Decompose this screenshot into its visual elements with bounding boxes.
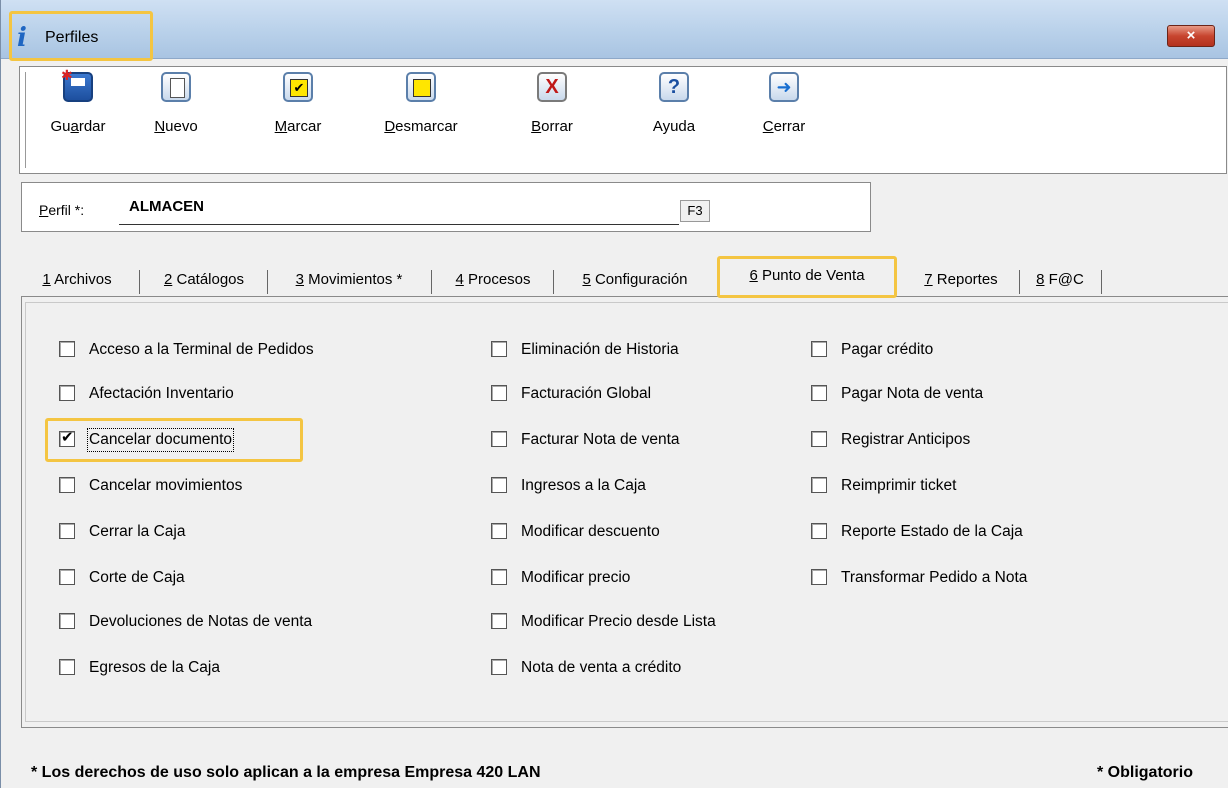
checkbox[interactable] <box>811 341 827 357</box>
rights-note: * Los derechos de uso solo aplican a la … <box>31 764 541 781</box>
checkbox[interactable] <box>491 659 507 675</box>
close-icon: × <box>1186 27 1196 44</box>
help-question-icon: ? <box>659 72 689 102</box>
checkbox[interactable] <box>59 613 75 629</box>
checkbox[interactable] <box>811 431 827 447</box>
checkbox[interactable] <box>59 523 75 539</box>
checkbox[interactable] <box>59 477 75 493</box>
checkbox[interactable] <box>811 385 827 401</box>
tab-punto-de-venta[interactable]: 6 Punto de Venta <box>723 258 891 294</box>
checkbox[interactable] <box>59 341 75 357</box>
tab-strip: 1 Archivos 2 Catálogos 3 Movimientos * 4… <box>1 262 1228 298</box>
tab-procesos[interactable]: 4 Procesos <box>437 262 549 298</box>
checkbox[interactable] <box>811 523 827 539</box>
exit-door-icon: ➜ <box>769 72 799 102</box>
help-button[interactable]: ? Ayuda <box>639 72 709 135</box>
checkbox[interactable] <box>491 431 507 447</box>
checkmark-icon: ✔ <box>61 429 74 446</box>
perfil-input-underline <box>119 224 679 225</box>
checkbox[interactable] <box>491 613 507 629</box>
checkbox[interactable] <box>491 477 507 493</box>
title-bar <box>1 0 1228 59</box>
new-button[interactable]: Nuevo <box>141 72 211 135</box>
perfil-label: Perfil *: <box>39 202 85 218</box>
checkbox[interactable] <box>491 523 507 539</box>
lookup-f3-button[interactable]: F3 <box>680 200 710 222</box>
window-title: Perfiles <box>45 29 99 46</box>
checkbox[interactable] <box>59 385 75 401</box>
checkbox[interactable] <box>811 477 827 493</box>
info-app-icon: i <box>17 23 27 53</box>
mark-button[interactable]: ✔ Marcar <box>263 72 333 135</box>
checkbox[interactable] <box>59 659 75 675</box>
checkbox-checked[interactable]: ✔ <box>59 429 75 447</box>
checkbox[interactable] <box>491 385 507 401</box>
tab-archivos[interactable]: 1 Archivos <box>19 262 135 298</box>
close-window-button[interactable]: × <box>1167 25 1215 47</box>
perfil-input[interactable]: ALMACEN <box>129 198 204 215</box>
save-icon: ✱ <box>61 68 93 102</box>
checkbox[interactable] <box>59 569 75 585</box>
close-button[interactable]: ➜ Cerrar <box>749 72 819 135</box>
toolbar-grip[interactable] <box>25 72 30 168</box>
checkbox[interactable] <box>491 341 507 357</box>
delete-x-icon: X <box>537 72 567 102</box>
check-mark-icon: ✔ <box>283 72 313 102</box>
checkbox[interactable] <box>811 569 827 585</box>
tab-reportes[interactable]: 7 Reportes <box>907 262 1015 298</box>
save-button[interactable]: ✱ Guardar <box>43 68 113 135</box>
required-note: * Obligatorio <box>1097 764 1193 781</box>
new-document-icon <box>161 72 191 102</box>
unmark-button[interactable]: Desmarcar <box>371 72 471 135</box>
tab-configuracion[interactable]: 5 Configuración <box>559 262 711 298</box>
perfiles-window: i Perfiles × ✱ Guardar Nuevo ✔ Marcar De… <box>0 0 1228 788</box>
uncheck-icon <box>406 72 436 102</box>
tab-catalogos[interactable]: 2 Catálogos <box>145 262 263 298</box>
checkbox[interactable] <box>491 569 507 585</box>
tab-fac[interactable]: 8 F@C <box>1025 262 1095 298</box>
tab-movimientos[interactable]: 3 Movimientos * <box>273 262 425 298</box>
delete-button[interactable]: X Borrar <box>517 72 587 135</box>
